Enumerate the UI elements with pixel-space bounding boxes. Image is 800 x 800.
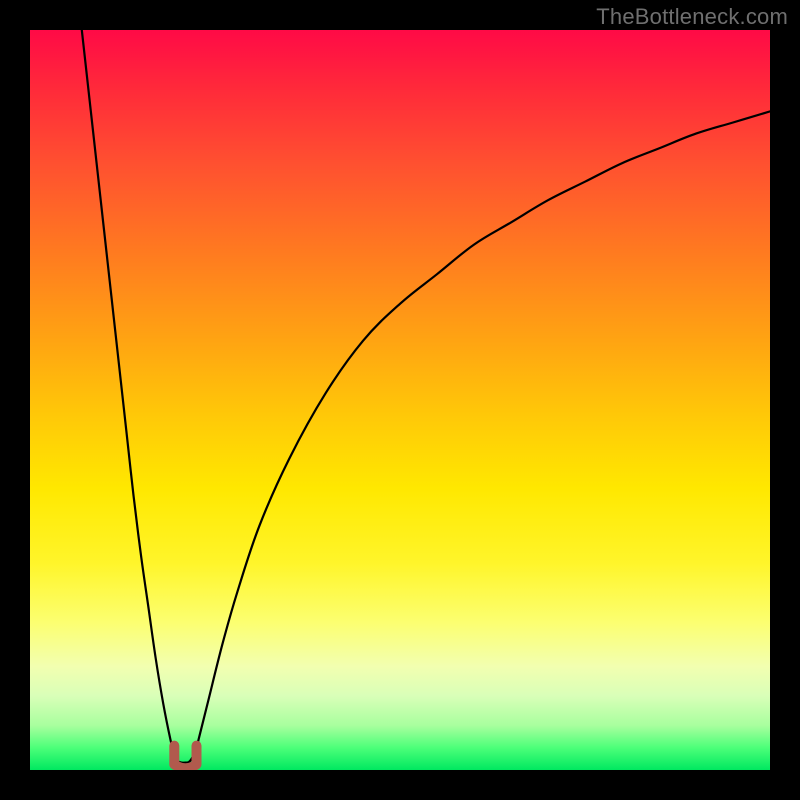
plot-area (30, 30, 770, 770)
bottleneck-curve-svg (30, 30, 770, 770)
watermark-text: TheBottleneck.com (596, 4, 788, 30)
bottleneck-curve (82, 30, 770, 763)
valley-marker-icon (174, 746, 196, 769)
